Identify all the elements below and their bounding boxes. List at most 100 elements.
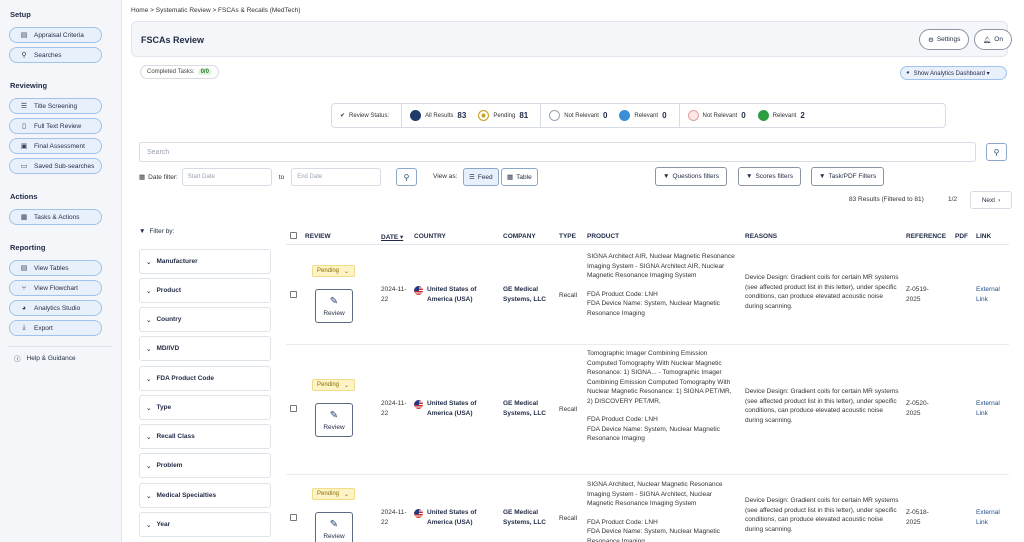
- sidebar-item-label: Saved Sub-searches: [34, 162, 95, 170]
- status-not-relevant-b[interactable]: Not Relevant 0: [687, 110, 746, 121]
- us-flag-icon: [414, 400, 423, 409]
- facet-year[interactable]: ⌄ Year: [139, 512, 271, 537]
- sidebar-item-title-screening[interactable]: ☰ Title Screening: [9, 98, 102, 114]
- date-cell: 2024-11-22: [381, 509, 407, 526]
- gear-icon: ⚙: [928, 36, 934, 44]
- search-button[interactable]: ⚲: [986, 143, 1007, 161]
- chevron-down-icon: ⌄: [146, 375, 152, 383]
- column-country[interactable]: COUNTRY: [414, 233, 446, 240]
- view-table-button[interactable]: ▦ Table: [501, 168, 538, 186]
- facet-product[interactable]: ⌄ Product: [139, 278, 271, 303]
- status-pending[interactable]: Pending 81: [478, 110, 528, 121]
- sidebar-item-full-text-review[interactable]: ▯ Full Text Review: [9, 118, 102, 134]
- review-button[interactable]: ✎ Review: [315, 512, 353, 542]
- questions-filters-button[interactable]: ▼ Questions filters: [655, 167, 728, 186]
- row-checkbox[interactable]: [290, 405, 297, 412]
- facet-manufacturer[interactable]: ⌄ Manufacturer: [139, 249, 271, 274]
- sidebar-item-label: Searches: [34, 51, 62, 59]
- column-review[interactable]: REVIEW: [305, 233, 331, 240]
- facet-label: Country: [156, 316, 182, 323]
- column-company[interactable]: COMPANY: [503, 233, 536, 240]
- status-dropdown[interactable]: Pending ⌄: [312, 379, 355, 391]
- filter-icon: ▼: [139, 228, 146, 235]
- chevron-down-icon: ⌄: [146, 462, 152, 470]
- column-date[interactable]: DATE ▾: [381, 233, 403, 241]
- list-icon: ☰: [469, 174, 475, 181]
- status-not-relevant-a[interactable]: Not Relevant 0: [549, 110, 607, 121]
- column-pdf[interactable]: PDF: [955, 233, 968, 240]
- review-edit-icon: ✎: [329, 518, 339, 530]
- status-dot: [549, 110, 561, 121]
- facet-problem[interactable]: ⌄ Problem: [139, 453, 271, 478]
- facet-type[interactable]: ⌄ Type: [139, 395, 271, 420]
- date-cell: 2024-11-22: [381, 286, 407, 303]
- review-button[interactable]: ✎ Review: [315, 289, 353, 323]
- status-all-results[interactable]: All Results 83: [410, 110, 466, 121]
- review-label: Review: [323, 309, 345, 317]
- column-link[interactable]: LINK: [976, 233, 991, 240]
- view-feed-button[interactable]: ☰ Feed: [463, 168, 499, 186]
- show-analytics-dashboard-button[interactable]: ◕ Show Analytics Dashboard ▾: [900, 66, 1007, 80]
- facet-label: Year: [156, 521, 171, 528]
- facet-country[interactable]: ⌄ Country: [139, 307, 271, 332]
- product-text: SIGNA Architect AIR, Nuclear Magnetic Re…: [587, 253, 735, 279]
- external-link[interactable]: External Link: [976, 399, 1006, 418]
- status-dropdown[interactable]: Pending ⌄: [312, 265, 355, 277]
- select-all-checkbox[interactable]: [290, 232, 297, 239]
- next-page-button[interactable]: Next ›: [970, 191, 1012, 209]
- review-label: Review: [323, 532, 345, 540]
- reference-cell: Z-0520-2025: [906, 400, 929, 417]
- help-guidance-link[interactable]: ⓘ Help & Guidance: [0, 353, 121, 364]
- row-checkbox[interactable]: [290, 514, 297, 521]
- settings-button[interactable]: ⚙ Settings: [919, 29, 970, 50]
- column-type[interactable]: TYPE: [559, 233, 576, 240]
- facet-fda-product-code[interactable]: ⌄ FDA Product Code: [139, 366, 271, 391]
- product-code: FDA Product Code: LNH: [587, 416, 658, 423]
- external-link[interactable]: External Link: [976, 508, 1006, 527]
- sidebar-item-analytics-studio[interactable]: ◕ Analytics Studio: [9, 300, 102, 316]
- row-checkbox[interactable]: [290, 291, 297, 298]
- settings-label: Settings: [936, 36, 961, 43]
- sidebar-item-export[interactable]: ⤓ Export: [9, 320, 102, 336]
- status-dropdown-label: Pending: [317, 382, 340, 388]
- chevron-down-icon: ⌄: [146, 433, 152, 441]
- sidebar-item-saved-sub-searches[interactable]: ▭ Saved Sub-searches: [9, 158, 102, 174]
- column-reference[interactable]: REFERENCE: [906, 233, 946, 240]
- sidebar-item-view-tables[interactable]: ▤ View Tables: [9, 260, 102, 276]
- status-label: Pending: [493, 112, 516, 119]
- chevron-down-icon: ⌄: [146, 404, 152, 412]
- table-icon: ▤: [20, 265, 28, 272]
- date-to-label: to: [278, 173, 285, 181]
- table-row: Pending ⌄ ✎ Review 2024-11-22 United State…: [286, 345, 1009, 475]
- status-dot: [757, 110, 769, 121]
- end-date-input[interactable]: End Date: [291, 168, 382, 186]
- status-relevant-b[interactable]: Relevant 2: [757, 110, 805, 121]
- facet-medical-specialties[interactable]: ⌄ Medical Specialties: [139, 483, 271, 508]
- start-date-input[interactable]: Start Date: [181, 168, 272, 186]
- review-button[interactable]: ✎ Review: [315, 403, 353, 437]
- status-label: Not Relevant: [702, 112, 738, 119]
- date-search-button[interactable]: ⚲: [396, 168, 417, 186]
- table-header: REVIEW DATE ▾ COUNTRY COMPANY TYPE PRODU…: [286, 231, 1009, 245]
- status-relevant-a[interactable]: Relevant 0: [619, 110, 667, 121]
- sidebar-item-view-flowchart[interactable]: ⑂ View Flowchart: [9, 280, 102, 296]
- status-dropdown[interactable]: Pending ⌄: [312, 488, 355, 500]
- sidebar-item-tasks-actions[interactable]: ▦ Tasks & Actions: [9, 209, 102, 225]
- review-status-label: ✔ Review Status:: [340, 112, 389, 120]
- facet-label: Medical Specialties: [156, 492, 217, 499]
- sidebar-item-final-assessment[interactable]: ▣ Final Assessment: [9, 138, 102, 154]
- breadcrumb[interactable]: Home > Systematic Review > FSCAs & Recal…: [131, 7, 300, 14]
- results-count: 83 Results (Filtered to 81): [849, 196, 924, 203]
- sidebar-item-searches[interactable]: ⚲ Searches: [9, 47, 102, 63]
- sidebar-item-appraisal-criteria[interactable]: ▤ Appraisal Criteria: [9, 27, 102, 43]
- external-link[interactable]: External Link: [976, 285, 1006, 304]
- search-input[interactable]: Search: [139, 142, 976, 162]
- task-pdf-filters-button[interactable]: ▼ Task/PDF Filters: [811, 167, 885, 186]
- facet-recall-class[interactable]: ⌄ Recall Class: [139, 424, 271, 449]
- column-product[interactable]: PRODUCT: [587, 233, 619, 240]
- scores-filters-button[interactable]: ▼ Scores filters: [738, 167, 802, 186]
- reference-cell: Z-0518-2025: [906, 509, 929, 526]
- notifications-toggle-button[interactable]: 🔔︎ On: [974, 29, 1012, 50]
- column-reasons[interactable]: REASONS: [745, 233, 777, 240]
- facet-md-ivd[interactable]: ⌄ MD/IVD: [139, 336, 271, 361]
